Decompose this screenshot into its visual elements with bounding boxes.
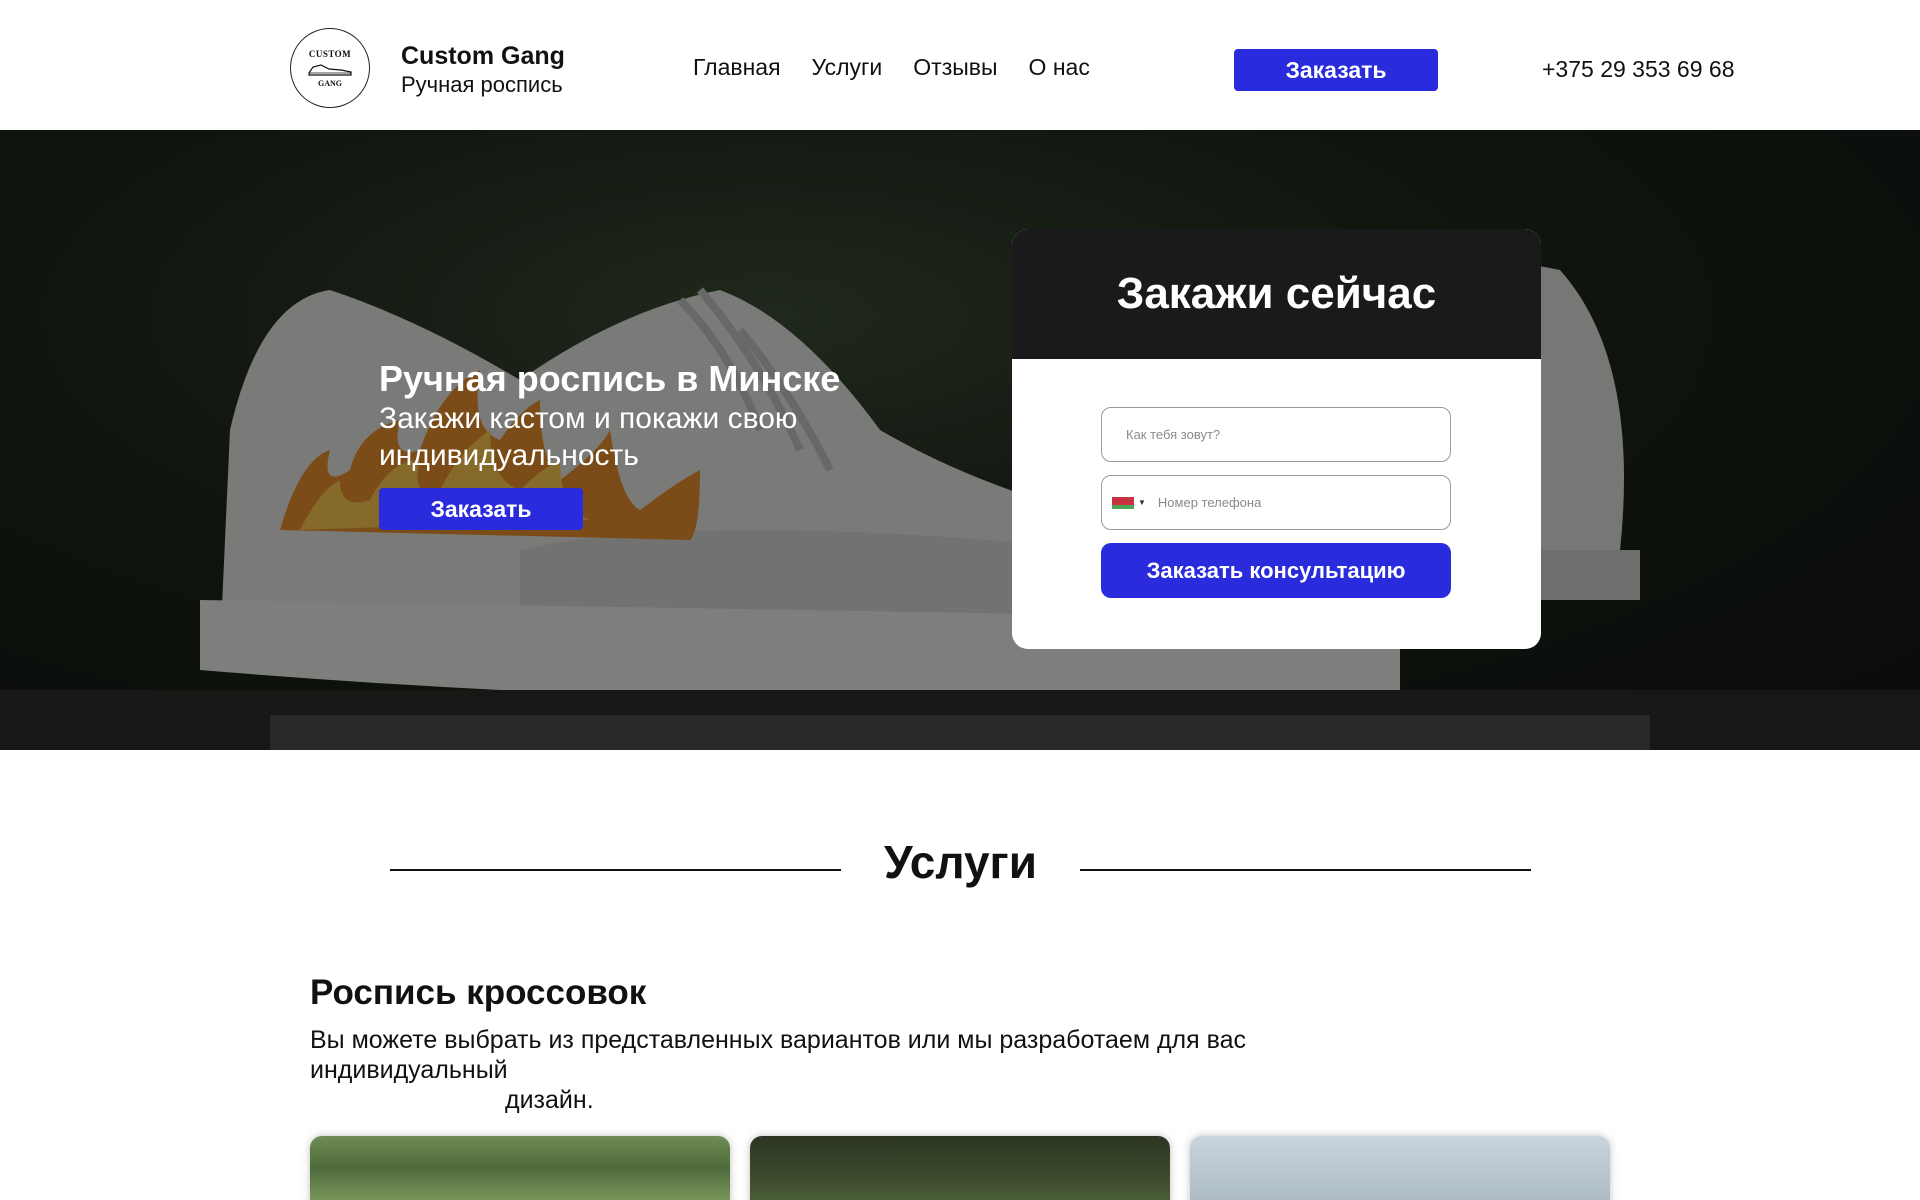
logo-bottom-text: GANG [318, 78, 342, 88]
service-card-image[interactable] [310, 1136, 730, 1200]
hero-title: Ручная роспись в Минске [379, 358, 841, 399]
logo[interactable]: CUSTOM GANG [290, 28, 370, 108]
brand-name: Custom Gang [401, 42, 565, 70]
order-form-card: Закажи сейчас ▼ Заказать консультацию [1012, 229, 1541, 649]
hero-order-button[interactable]: Заказать [379, 488, 583, 530]
divider-right [1080, 869, 1531, 871]
service-title: Роспись кроссовок [310, 973, 647, 1012]
services-section-title: Услуги [884, 836, 1037, 888]
phone-field[interactable]: ▼ [1101, 475, 1451, 530]
nav-item-services[interactable]: Услуги [812, 54, 883, 81]
form-header: Закажи сейчас [1012, 229, 1541, 359]
consultation-button[interactable]: Заказать консультацию [1101, 543, 1451, 598]
hero-section: Ручная роспись в Минске Закажи кастом и … [0, 130, 1920, 750]
service-description-line2: дизайн. [505, 1086, 594, 1114]
divider-left [390, 869, 841, 871]
brand-subtitle: Ручная роспись [401, 72, 563, 97]
hero-overlay [0, 130, 1920, 750]
service-description-line1: Вы можете выбрать из представленных вари… [310, 1026, 1247, 1084]
site-header: CUSTOM GANG Custom Gang Ручная роспись Г… [0, 0, 1920, 130]
nav-item-reviews[interactable]: Отзывы [913, 54, 997, 81]
form-title: Закажи сейчас [1116, 269, 1437, 318]
header-order-button[interactable]: Заказать [1234, 49, 1438, 91]
nav-item-home[interactable]: Главная [693, 54, 781, 81]
service-card-image[interactable] [750, 1136, 1170, 1200]
hero-subtitle: Закажи кастом и покажи свою индивидуальн… [379, 402, 798, 472]
nav-item-about[interactable]: О нас [1029, 54, 1090, 81]
logo-top-text: CUSTOM [308, 48, 352, 59]
main-nav: Главная Услуги Отзывы О нас [693, 54, 1090, 81]
service-card-image[interactable] [1190, 1136, 1610, 1200]
belarus-flag-icon[interactable] [1112, 496, 1134, 509]
service-description: Вы можете выбрать из представленных вари… [310, 1025, 1410, 1115]
name-field[interactable] [1101, 407, 1451, 462]
phone-number[interactable]: +375 29 353 69 68 [1542, 56, 1735, 83]
chevron-down-icon[interactable]: ▼ [1138, 498, 1146, 507]
name-input[interactable] [1102, 427, 1450, 442]
phone-input[interactable] [1145, 495, 1450, 510]
sneaker-icon [308, 63, 352, 76]
